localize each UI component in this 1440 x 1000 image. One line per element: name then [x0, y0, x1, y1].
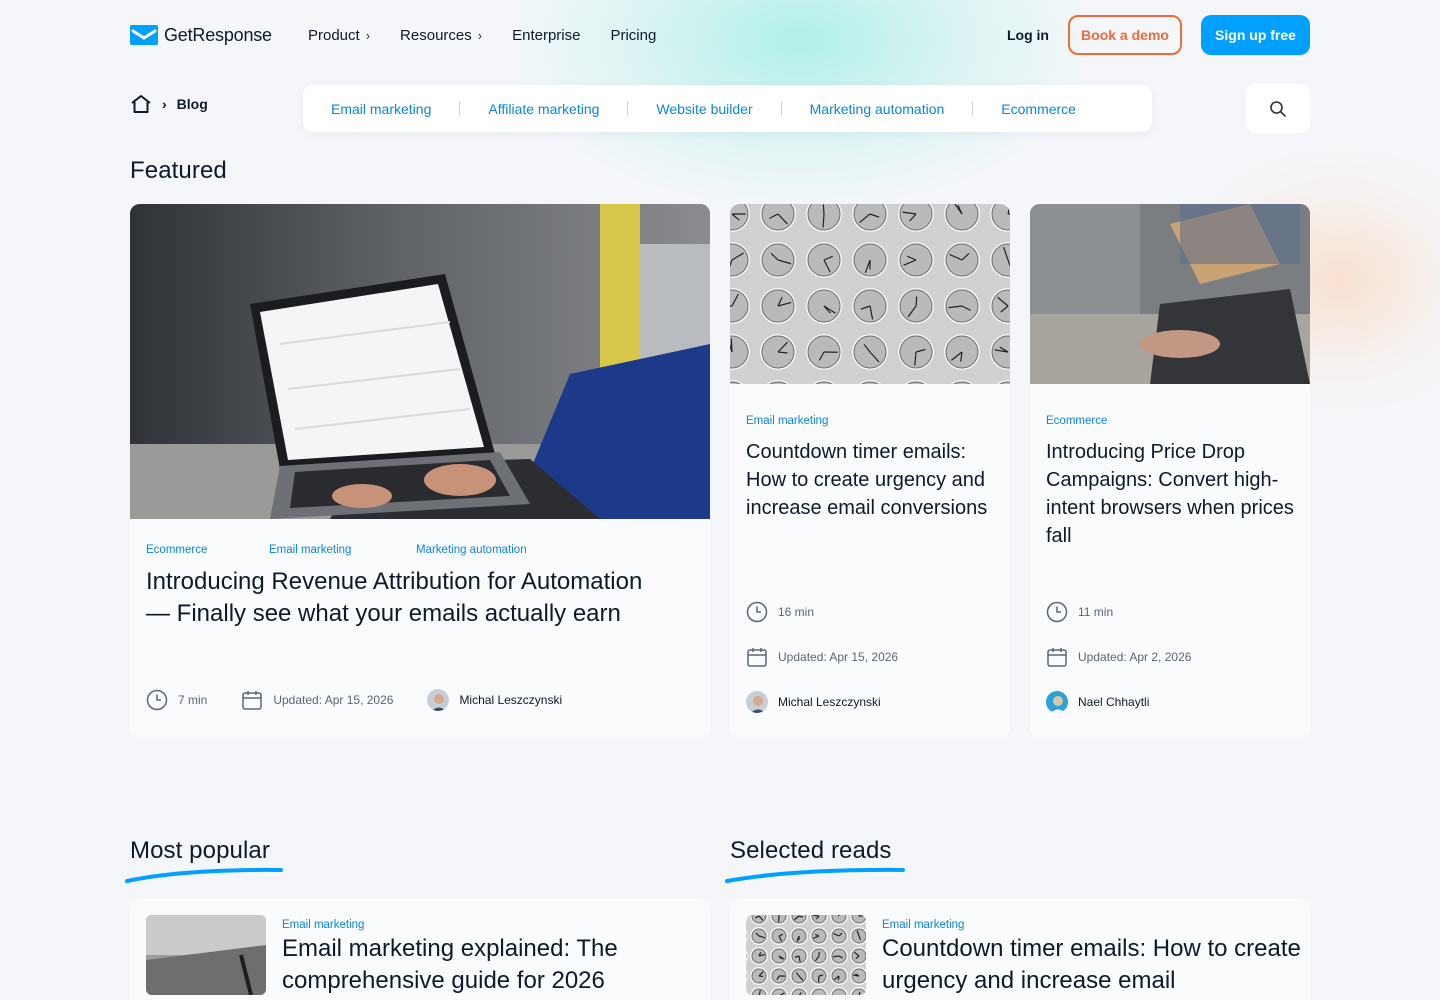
signup-button[interactable]: Sign up free	[1201, 15, 1310, 55]
category-marketing-automation[interactable]: Marketing automation	[810, 101, 945, 117]
category-bar: Email marketing Affiliate marketing Webs…	[303, 85, 1152, 132]
updated-date: Updated: Apr 15, 2026	[778, 650, 899, 664]
getresponse-logo[interactable]: GetResponse	[130, 25, 308, 46]
main-nav: Product › Resources › Enterprise Pricing	[308, 27, 686, 44]
card-tag[interactable]: Email marketing	[882, 919, 964, 931]
author-name[interactable]: Nael Chhaytli	[1078, 695, 1149, 709]
read-time: 7 min	[178, 693, 208, 707]
card-tag[interactable]: Email marketing	[269, 544, 416, 556]
search-icon	[1270, 100, 1286, 117]
featured-main-image	[130, 204, 710, 519]
card-tag[interactable]: Ecommerce	[1046, 415, 1107, 427]
author-name[interactable]: Michal Leszczynski	[459, 693, 562, 707]
login-link[interactable]: Log in	[1007, 27, 1049, 43]
author-avatar	[1046, 691, 1068, 713]
clocks-image	[730, 204, 1010, 384]
site-header: GetResponse Product › Resources › Enterp…	[130, 14, 1310, 56]
article-thumbnail	[146, 915, 266, 995]
card-tag[interactable]: Ecommerce	[146, 544, 269, 556]
most-popular-heading: Most popular	[130, 837, 270, 864]
nav-item-label: Resources	[400, 26, 472, 44]
featured-side-card-2[interactable]: Ecommerce Introducing Price Drop Campaig…	[1030, 204, 1310, 738]
category-ecommerce[interactable]: Ecommerce	[1001, 101, 1076, 117]
card-title[interactable]: Email marketing explained: The comprehen…	[282, 933, 682, 997]
calendar-icon	[241, 689, 263, 711]
calendar-icon	[1046, 646, 1068, 668]
author-avatar	[427, 689, 450, 711]
nav-item-label: Pricing	[610, 26, 657, 44]
chevron-right-icon: ›	[365, 27, 371, 43]
card-tag[interactable]: Marketing automation	[416, 544, 527, 556]
updated-date: Updated: Apr 2, 2026	[1078, 650, 1192, 664]
author-name[interactable]: Michal Leszczynski	[778, 695, 881, 709]
clock-icon	[146, 689, 168, 711]
card-title[interactable]: Countdown timer emails: How to create ur…	[882, 933, 1302, 997]
nav-item-pricing[interactable]: Pricing	[610, 27, 656, 44]
category-email-marketing[interactable]: Email marketing	[331, 101, 431, 117]
card-title[interactable]: Countdown timer emails: How to create ur…	[746, 438, 996, 522]
nav-item-resources[interactable]: Resources ›	[400, 27, 482, 44]
breadcrumb-separator: ›	[162, 96, 167, 112]
divider	[780, 101, 782, 116]
home-icon[interactable]	[130, 94, 152, 114]
chevron-right-icon: ›	[477, 27, 483, 43]
selected-reads-heading: Selected reads	[730, 837, 892, 864]
brand-name: GetResponse	[164, 24, 272, 45]
breadcrumb: › Blog	[130, 94, 208, 114]
category-affiliate-marketing[interactable]: Affiliate marketing	[488, 101, 599, 117]
selected-reads-card-1[interactable]: Email marketing Countdown timer emails: …	[730, 899, 1310, 1000]
envelope-logo-icon	[130, 25, 158, 45]
card-title[interactable]: Introducing Revenue Attribution for Auto…	[146, 566, 666, 629]
laptop-package-image	[1030, 204, 1310, 384]
breadcrumb-current[interactable]: Blog	[177, 96, 208, 112]
calendar-icon	[746, 646, 768, 668]
article-thumbnail	[746, 915, 866, 995]
heading-underline	[125, 867, 283, 883]
search-button[interactable]	[1246, 84, 1310, 133]
read-time: 11 min	[1078, 605, 1114, 619]
clock-icon	[746, 601, 768, 623]
card-title[interactable]: Introducing Price Drop Campaigns: Conver…	[1046, 438, 1296, 550]
most-popular-card-1[interactable]: Email marketing Email marketing explaine…	[130, 899, 710, 1000]
nav-item-label: Product	[308, 26, 360, 44]
nav-item-enterprise[interactable]: Enterprise	[512, 27, 580, 44]
category-website-builder[interactable]: Website builder	[656, 101, 752, 117]
featured-heading: Featured	[130, 157, 227, 184]
divider	[972, 101, 974, 116]
clock-icon	[1046, 601, 1068, 623]
featured-side-card-1[interactable]: Email marketing Countdown timer emails: …	[730, 204, 1010, 738]
divider	[459, 101, 461, 116]
nav-item-product[interactable]: Product ›	[308, 27, 370, 44]
featured-main-card[interactable]: Ecommerce Email marketing Marketing auto…	[130, 204, 710, 738]
nav-item-label: Enterprise	[512, 26, 581, 44]
divider	[627, 101, 629, 116]
card-tag[interactable]: Email marketing	[282, 919, 364, 931]
heading-underline	[725, 867, 905, 883]
book-demo-button[interactable]: Book a demo	[1068, 15, 1182, 55]
updated-date: Updated: Apr 15, 2026	[273, 693, 394, 707]
author-avatar	[746, 691, 768, 713]
read-time: 16 min	[778, 605, 815, 619]
card-tag[interactable]: Email marketing	[746, 415, 828, 427]
